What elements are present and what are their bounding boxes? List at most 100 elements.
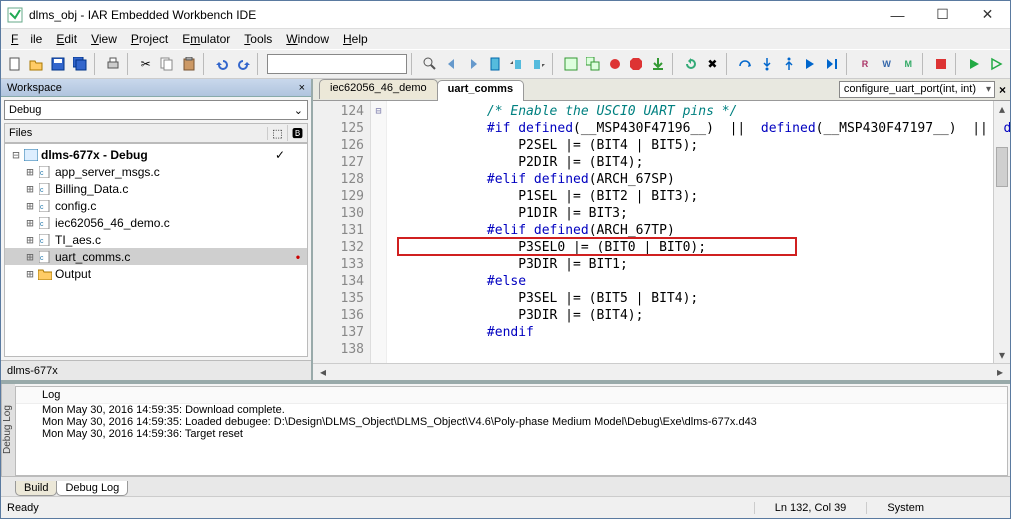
save-all-button[interactable] [70,53,90,75]
step-into-button[interactable] [757,53,777,75]
bookmark-next-button[interactable] [528,53,548,75]
new-file-button[interactable] [5,53,25,75]
registers-button[interactable]: R [855,53,875,75]
log-tab[interactable]: Build [15,481,57,496]
log-content[interactable]: Log Mon May 30, 2016 14:59:35: Download … [15,386,1008,476]
find-input[interactable] [267,54,407,74]
memory-button[interactable]: M [898,53,918,75]
copy-button[interactable] [158,53,178,75]
file-tree-item[interactable]: ⊞capp_server_msgs.c [5,163,307,180]
scroll-up-icon[interactable]: ▴ [994,101,1010,117]
file-tree-item[interactable]: ⊞cconfig.c [5,197,307,214]
reset-button[interactable] [681,53,701,75]
file-tree-item[interactable]: ⊞cBilling_Data.c [5,180,307,197]
log-line: Mon May 30, 2016 14:59:35: Loaded debuge… [16,416,1007,428]
minimize-button[interactable]: — [875,1,920,28]
run-to-cursor-button[interactable] [822,53,842,75]
svg-text:c: c [40,204,44,211]
scroll-right-icon[interactable]: ▸ [992,365,1008,379]
step-out-button[interactable] [779,53,799,75]
save-button[interactable] [48,53,68,75]
go-button[interactable] [964,53,984,75]
file-tree[interactable]: ⊟dlms-677x - Debug✓⊞capp_server_msgs.c⊞c… [4,143,308,357]
break-all-button[interactable] [931,53,951,75]
print-button[interactable] [103,53,123,75]
svg-text:c: c [40,221,44,228]
cut-button[interactable]: ✂ [136,53,156,75]
files-header: Files ⬚ 🅱 [4,123,308,143]
find-button[interactable] [420,53,440,75]
file-tree-item[interactable]: ⊞cuart_comms.c• [5,248,307,265]
menu-tools[interactable]: Tools [238,30,278,48]
go-prev-button[interactable] [442,53,462,75]
log-tab[interactable]: Debug Log [56,481,128,496]
menu-help[interactable]: Help [337,30,374,48]
log-tabs: BuildDebug Log [1,476,1010,496]
step-over-button[interactable] [736,53,756,75]
close-button[interactable]: ✕ [965,1,1010,28]
log-line: Mon May 30, 2016 14:59:36: Target reset [16,428,1007,440]
editor-tab[interactable]: uart_comms [437,80,524,101]
status-ready: Ready [7,502,39,514]
c-file-icon: c [37,250,53,264]
log-line: Mon May 30, 2016 14:59:35: Download comp… [16,404,1007,416]
next-statement-button[interactable] [801,53,821,75]
header-icon-2: 🅱 [287,125,307,141]
workspace-panel: Workspace × Debug ⌄ Files ⬚ 🅱 ⊟dlms-677x… [1,79,313,380]
menu-emulator[interactable]: Emulator [176,30,236,48]
function-dropdown[interactable]: configure_uart_port(int, int) [839,81,995,98]
download-debug-button[interactable] [648,53,668,75]
vertical-scrollbar[interactable]: ▴ ▾ [993,101,1010,363]
workspace-tab[interactable]: dlms-677x [1,360,311,380]
maximize-button[interactable]: ☐ [920,1,965,28]
toggle-breakpoint-button[interactable] [605,53,625,75]
line-gutter: 124 125 126 127 128 129 130 131 132 133 … [313,101,371,363]
undo-button[interactable] [212,53,232,75]
titlebar: dlms_obj - IAR Embedded Workbench IDE — … [1,1,1010,29]
stop-debug-button[interactable]: ✖ [703,53,723,75]
config-dropdown[interactable]: Debug ⌄ [4,100,308,120]
log-side-label: Debug Log [1,384,15,476]
file-tree-item[interactable]: ⊞ciec62056_46_demo.c [5,214,307,231]
go-no-download-button[interactable] [986,53,1006,75]
paste-button[interactable] [179,53,199,75]
scroll-left-icon[interactable]: ◂ [315,365,331,379]
menu-project[interactable]: Project [125,30,174,48]
bookmark-button[interactable] [485,53,505,75]
config-value: Debug [9,104,41,116]
editor-tabs: iec62056_46_demouart_comms configure_uar… [313,79,1010,101]
editor-tab[interactable]: iec62056_46_demo [319,79,438,99]
scroll-down-icon[interactable]: ▾ [994,347,1010,363]
statusbar: Ready Ln 132, Col 39 System [1,496,1010,518]
code-editor[interactable]: 124 125 126 127 128 129 130 131 132 133 … [313,101,1010,363]
file-tree-item[interactable]: ⊞Output [5,265,307,282]
menu-file[interactable]: File [5,30,48,48]
menu-window[interactable]: Window [280,30,335,48]
header-icon-1: ⬚ [267,127,287,140]
code-area[interactable]: /* Enable the USCI0 UART pins */ #if def… [387,101,993,363]
editor-close-icon[interactable]: × [999,83,1006,97]
status-pos: Ln 132, Col 39 [754,502,867,514]
make-button[interactable] [583,53,603,75]
c-file-icon: c [37,182,53,196]
menu-edit[interactable]: Edit [50,30,83,48]
redo-button[interactable] [234,53,254,75]
fold-gutter[interactable]: ⊟ [371,101,387,363]
window-title: dlms_obj - IAR Embedded Workbench IDE [29,8,875,22]
open-file-button[interactable] [27,53,47,75]
file-tree-item[interactable]: ⊞cTI_aes.c [5,231,307,248]
c-file-icon: c [37,165,53,179]
workspace-title: Workspace [7,82,62,94]
bookmark-prev-button[interactable] [507,53,527,75]
workspace-close-icon[interactable]: × [299,82,305,94]
project-root[interactable]: ⊟dlms-677x - Debug✓ [5,146,307,163]
compile-button[interactable] [561,53,581,75]
folder-icon [37,267,53,281]
build-stop-button[interactable] [626,53,646,75]
go-next-button[interactable] [464,53,484,75]
status-mode: System [866,502,944,514]
svg-text:c: c [40,238,44,245]
watch-button[interactable]: W [877,53,897,75]
menu-view[interactable]: View [85,30,123,48]
horizontal-scrollbar[interactable]: ◂ ▸ [313,363,1010,380]
